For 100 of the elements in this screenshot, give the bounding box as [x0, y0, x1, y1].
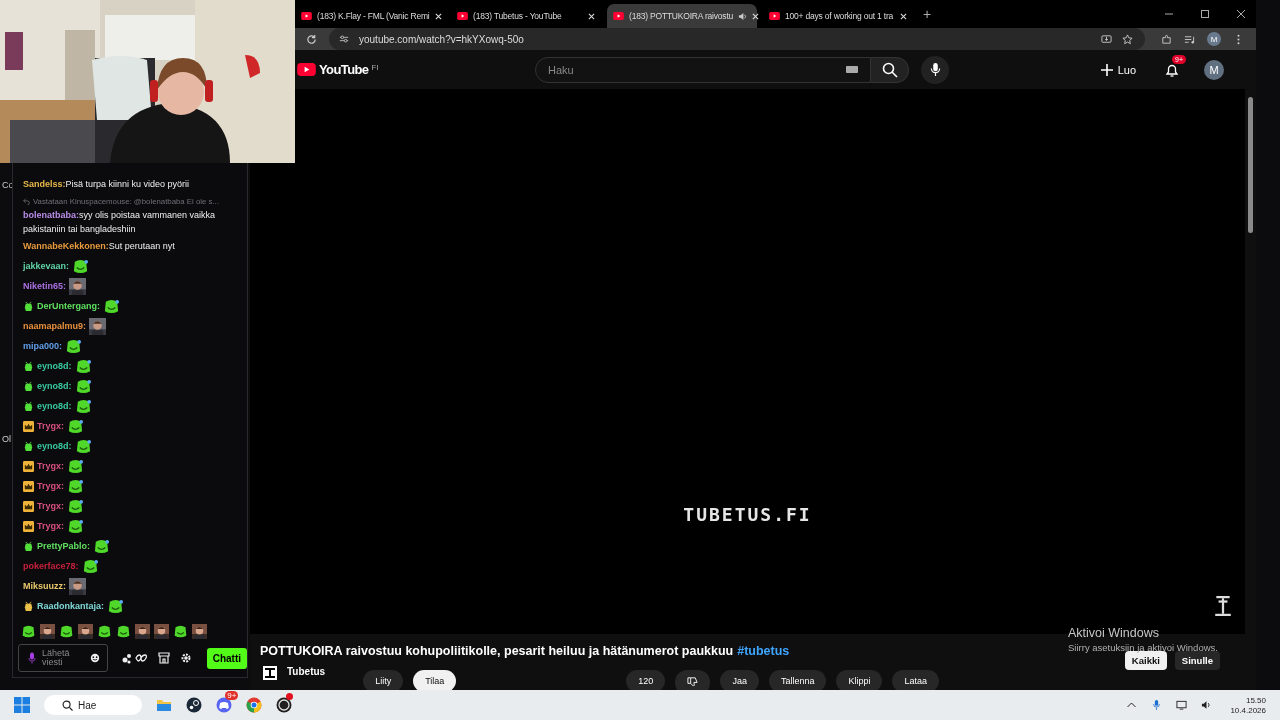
clock[interactable]: 15.50 10.4.2026 [1230, 695, 1266, 715]
emote-icon [74, 437, 92, 455]
plus-icon [1100, 63, 1113, 76]
speaker-icon[interactable] [738, 11, 748, 21]
chrome-icon[interactable] [246, 697, 263, 713]
recording-dot-icon [286, 693, 294, 700]
emote-icon [67, 457, 84, 475]
emote-icon[interactable] [59, 624, 74, 639]
region-label: FI [371, 63, 379, 72]
monitor-icon[interactable] [1176, 700, 1188, 710]
chat-message: eyno8d: [37, 400, 72, 413]
emote-icon[interactable] [173, 624, 188, 639]
chat-message: Raadonkantaja: [37, 600, 105, 613]
address-bar[interactable]: youtube.com/watch?v=hkYXowq-50o [329, 28, 1145, 50]
search-field[interactable]: Haku [535, 56, 871, 83]
discord-icon[interactable] [216, 697, 233, 713]
emote-icon[interactable] [116, 624, 131, 639]
reload-icon[interactable] [306, 33, 317, 45]
filter-chip[interactable]: Sinulle [1174, 650, 1220, 670]
action-button[interactable]: 120 [626, 670, 666, 690]
profile-avatar[interactable]: M [1207, 32, 1221, 46]
chevron-up-icon[interactable] [1126, 700, 1138, 710]
emote-icon [67, 497, 84, 515]
start-icon[interactable] [14, 697, 30, 713]
youtube-icon [301, 12, 312, 20]
youtube-icon [769, 12, 780, 20]
action-button[interactable]: Tilaa [413, 670, 457, 690]
speaker-icon[interactable] [1201, 700, 1213, 710]
site-settings-icon[interactable] [339, 34, 349, 44]
emote-icon [67, 417, 84, 435]
account-avatar[interactable]: M [1204, 59, 1224, 80]
scrollbar-thumb[interactable] [1248, 97, 1253, 233]
video-overlay-text: TUBETUS.FI [683, 504, 812, 525]
desktop-icon-label: Ol [2, 434, 11, 444]
browser-tab[interactable]: (183) Tubetus - YouTube [451, 4, 601, 28]
crown-badge-icon [23, 460, 34, 472]
chat-message: PrettyPablo: [37, 540, 90, 553]
action-button[interactable]: Liity [363, 670, 404, 690]
folder-icon[interactable] [156, 697, 173, 713]
action-button[interactable]: Tallenna [768, 670, 827, 690]
store-icon[interactable] [158, 652, 170, 664]
chat-message: Sandelss:Pisä turpa kiinni ku video pyörii [23, 178, 190, 191]
maximize-icon[interactable] [1200, 9, 1210, 19]
star-icon[interactable] [1122, 33, 1133, 45]
close-icon[interactable] [1236, 9, 1246, 19]
settings-icon[interactable] [180, 652, 192, 664]
action-button[interactable]: Klippi [836, 670, 883, 690]
send-button[interactable]: Chatti [206, 647, 247, 669]
points-icon[interactable] [122, 652, 148, 664]
microphone-icon[interactable] [1151, 700, 1163, 710]
emote-icon [67, 517, 84, 535]
channel-avatar-icon[interactable] [263, 666, 277, 680]
browser-tab[interactable]: 100+ days of working out 1 tra [763, 4, 913, 28]
chat-message: pokerface78: [23, 560, 79, 573]
chat-message: Trygx: [37, 480, 64, 493]
browser-tab[interactable]: (183) POTTUKOIRA raivostu [607, 4, 757, 28]
install-icon[interactable] [1101, 33, 1112, 45]
video-title: POTTUKOIRA raivostuu kohupoliitikolle, pesarit heiluu ja hätänumerot paukkuu [260, 644, 734, 658]
new-tab-button[interactable]: + [923, 6, 932, 22]
chat-message: bolenatbaba:syy olis poistaa vammanen vaikka pakistaniin tai bangladeshiin [23, 209, 217, 236]
media-control-icon[interactable] [1184, 33, 1195, 45]
taskbar-search[interactable]: Hae [44, 695, 143, 715]
youtube-icon [457, 12, 468, 20]
blob-badge-icon [23, 300, 34, 312]
emote-icon [93, 537, 110, 555]
emote-icon[interactable] [21, 624, 36, 639]
chat-message: eyno8d: [37, 440, 72, 453]
dislike-button[interactable] [675, 670, 711, 690]
emote-icon [103, 297, 120, 315]
activation-text: Siirry asetuksiin ja aktivoi Windows. [1068, 642, 1218, 653]
blob-badge-icon [23, 400, 34, 412]
action-button[interactable]: Jaa [720, 670, 759, 690]
chat-message: Miksuuzz: [23, 580, 66, 593]
search-icon [881, 61, 898, 78]
emote-icon [81, 557, 99, 575]
channel-watermark-icon[interactable] [1215, 596, 1231, 616]
extensions-icon[interactable] [1161, 33, 1172, 45]
channel-name[interactable]: Tubetus [287, 666, 326, 677]
chat-message: Niketin65: [23, 280, 66, 293]
chat-message: naamapalmu9: [23, 320, 87, 333]
emote-icon[interactable] [97, 624, 112, 639]
blob-badge-icon [23, 440, 34, 452]
youtube-logo-icon[interactable] [297, 63, 316, 76]
emote-icon [107, 597, 125, 615]
chat-message: DerUntergang: [37, 300, 100, 313]
chat-input-field[interactable]: Lähetä viesti [18, 644, 108, 672]
search-button[interactable] [871, 56, 909, 83]
emote-icon [74, 357, 92, 375]
youtube-logo-text[interactable]: YouTube [319, 63, 369, 76]
blob-badge-icon [23, 540, 34, 552]
action-button[interactable]: Lataa [892, 670, 939, 690]
obs-icon[interactable] [276, 697, 293, 713]
browser-tab[interactable]: (183) K.Flay - FML (Vanic Remi [295, 4, 445, 28]
hashtag-link[interactable]: #tubetus [737, 644, 790, 658]
emote-icon [72, 257, 90, 275]
steam-icon[interactable] [186, 697, 203, 713]
emoji-icon[interactable] [90, 653, 100, 663]
voice-search-button[interactable] [921, 55, 949, 84]
microphone-icon[interactable] [28, 652, 36, 664]
emote-icon [74, 377, 92, 395]
